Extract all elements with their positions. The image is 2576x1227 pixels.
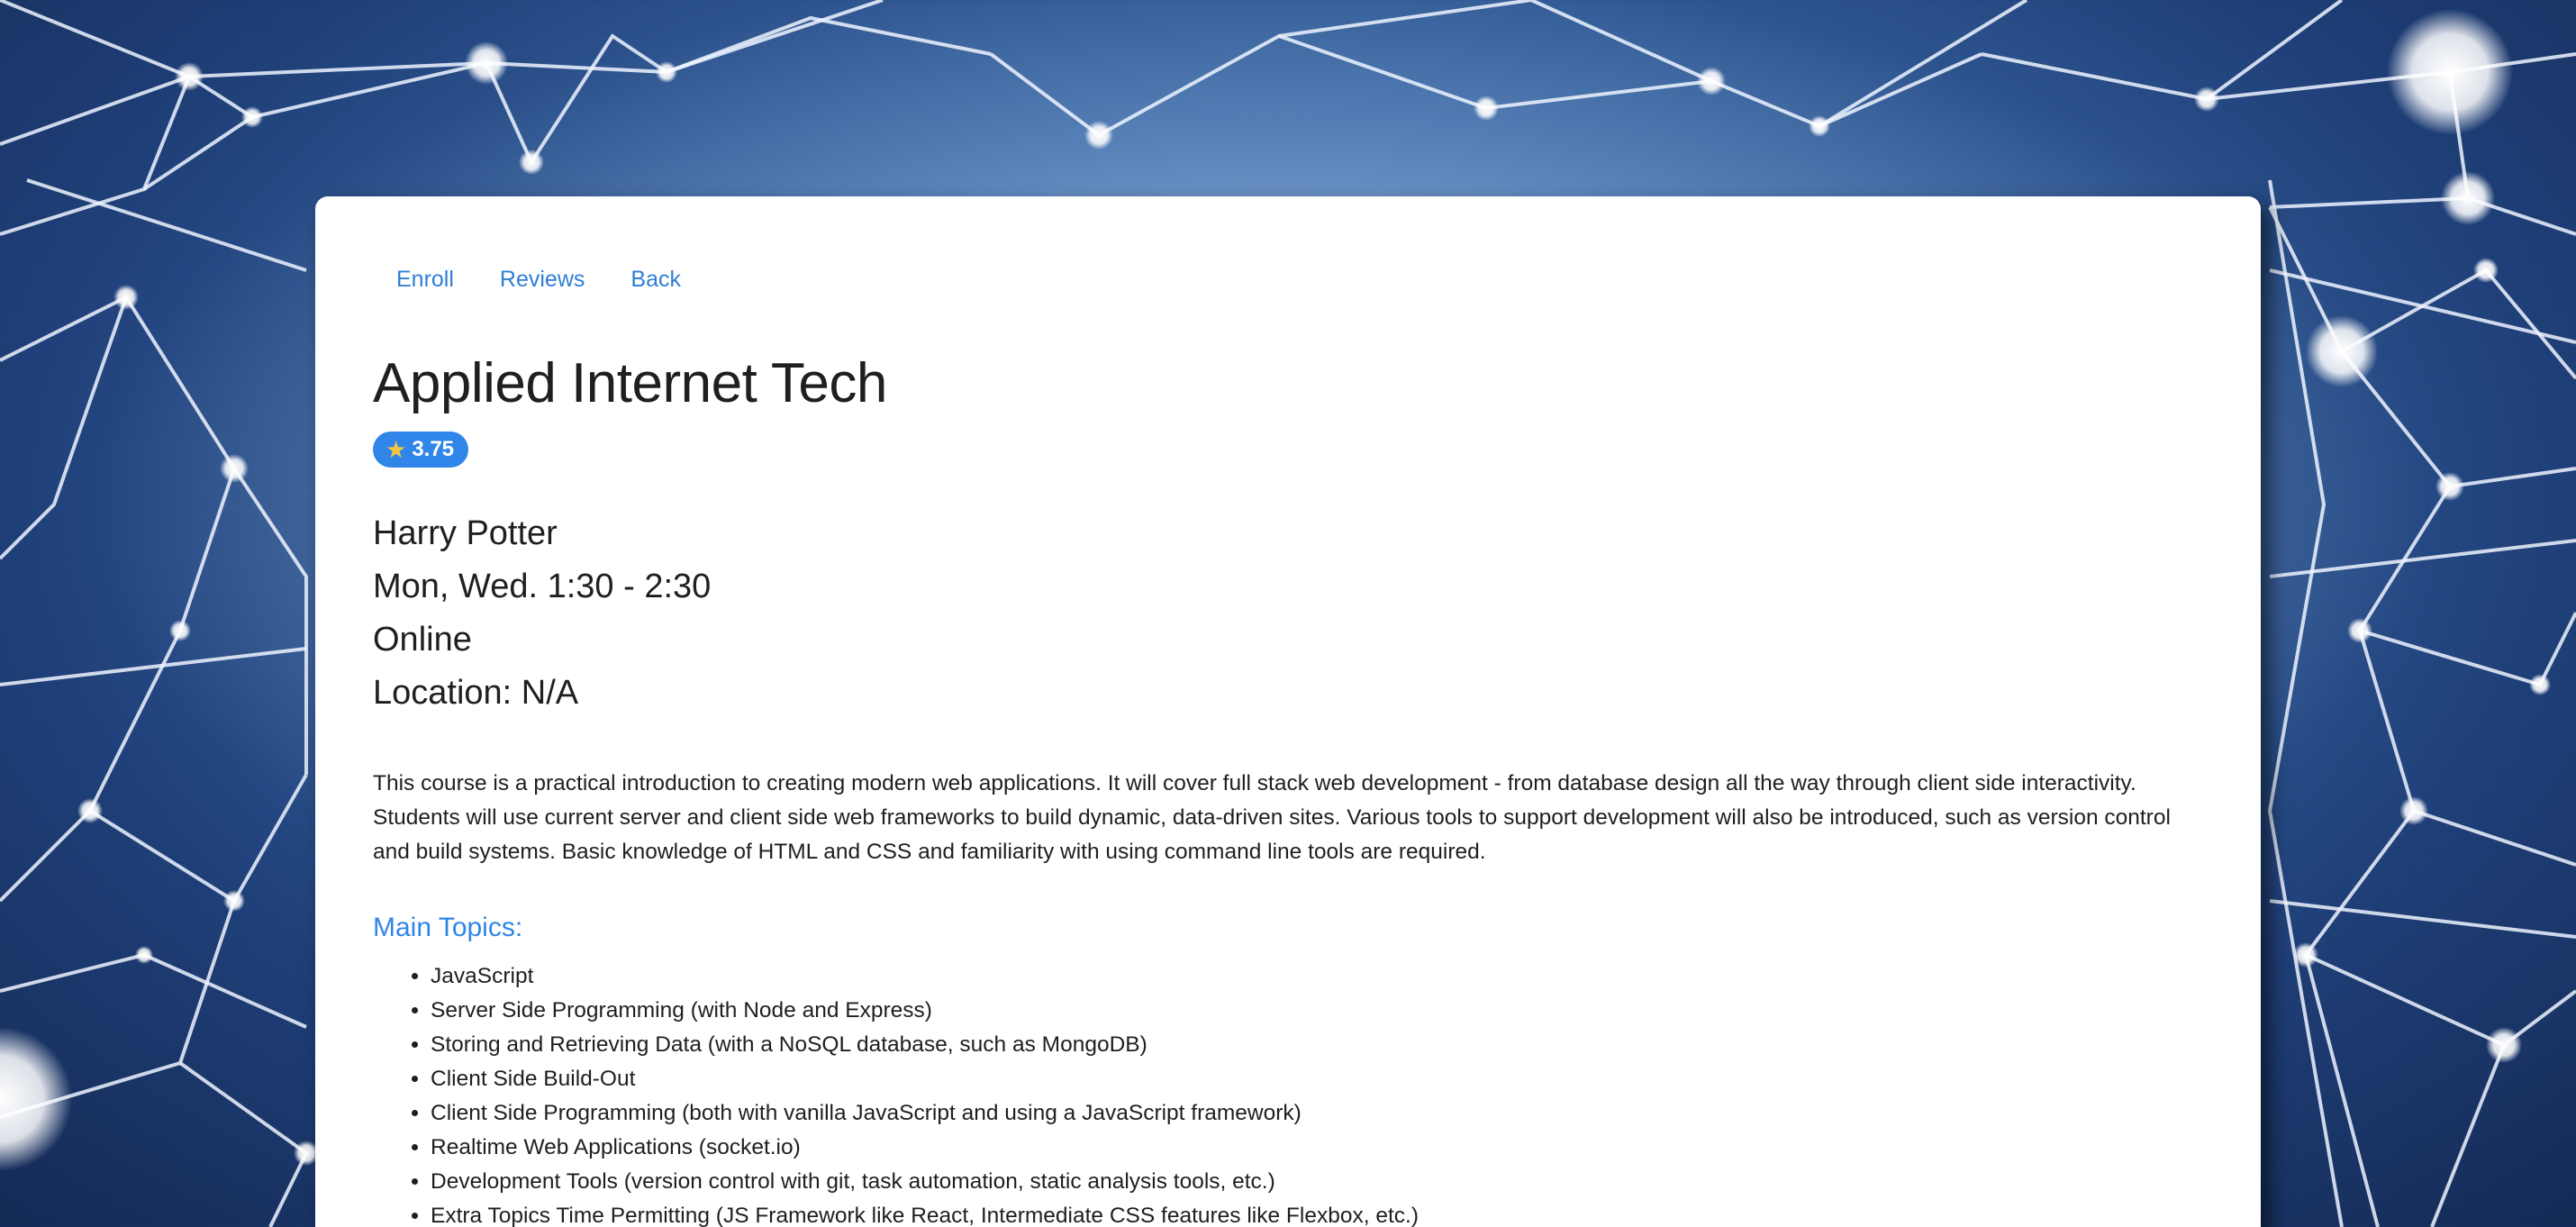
course-schedule: Mon, Wed. 1:30 - 2:30	[373, 568, 712, 605]
topics-heading: Main Topics:	[373, 913, 523, 942]
course-description: This course is a practical introduction …	[373, 771, 2171, 864]
list-item: JavaScript	[431, 959, 2203, 994]
rating-badge: ★ 3.75	[373, 432, 469, 468]
back-link[interactable]: Back	[630, 267, 681, 293]
list-item: Client Side Programming (both with vanil…	[431, 1096, 2203, 1131]
enroll-link[interactable]: Enroll	[396, 267, 454, 293]
course-title: Applied Internet Tech	[373, 352, 887, 414]
list-item: Server Side Programming (with Node and E…	[431, 994, 2203, 1028]
course-info: Harry Potter Mon, Wed. 1:30 - 2:30 Onlin…	[373, 507, 2203, 720]
star-icon: ★	[385, 435, 407, 463]
topics-list: JavaScript Server Side Programming (with…	[373, 959, 2203, 1227]
course-card: Enroll Reviews Back Applied Internet Tec…	[315, 196, 2261, 1227]
course-nav: Enroll Reviews Back	[396, 267, 2203, 293]
list-item: Client Side Build-Out	[431, 1062, 2203, 1096]
list-item: Development Tools (version control with …	[431, 1165, 2203, 1199]
reviews-link[interactable]: Reviews	[500, 267, 585, 293]
course-location: Location: N/A	[373, 674, 579, 712]
rating-value: 3.75	[412, 437, 455, 461]
course-mode: Online	[373, 621, 472, 659]
list-item: Extra Topics Time Permitting (JS Framewo…	[431, 1199, 2203, 1227]
list-item: Realtime Web Applications (socket.io)	[431, 1131, 2203, 1165]
instructor-name: Harry Potter	[373, 514, 558, 552]
list-item: Storing and Retrieving Data (with a NoSQ…	[431, 1028, 2203, 1062]
